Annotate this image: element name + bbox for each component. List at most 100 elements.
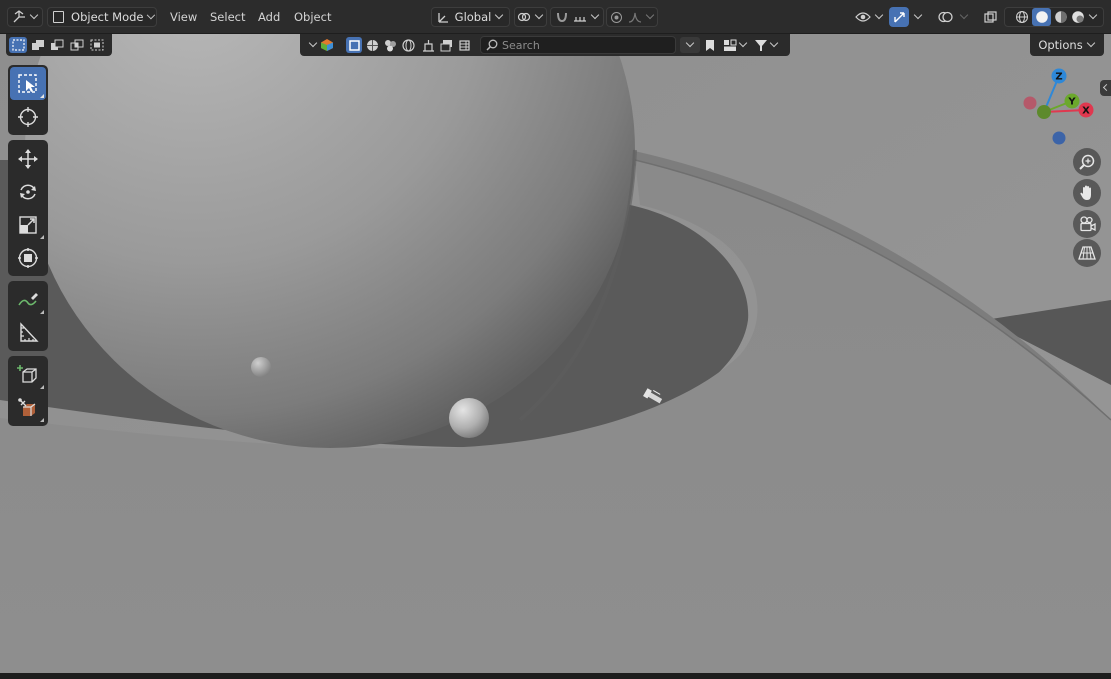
gizmo-neg-x[interactable] xyxy=(1023,96,1037,110)
display-mode-dropdown[interactable] xyxy=(308,37,336,53)
selection-mode-bar xyxy=(6,34,112,56)
menu-add[interactable]: Add xyxy=(256,7,282,27)
filter-world-button[interactable] xyxy=(400,37,416,53)
search-input[interactable] xyxy=(498,38,662,52)
zoom-button[interactable] xyxy=(1073,148,1101,176)
bookmark-icon xyxy=(706,39,714,51)
chevron-down-icon xyxy=(29,10,38,20)
proportional-edit-icon[interactable] xyxy=(610,11,623,24)
tool-move[interactable] xyxy=(10,142,46,175)
measure-icon xyxy=(20,321,39,342)
tool-extrude[interactable] xyxy=(10,391,46,424)
overlays-dropdown[interactable] xyxy=(956,7,972,27)
filter-dropdown[interactable] xyxy=(750,37,780,53)
3d-viewport[interactable] xyxy=(0,0,1111,679)
gizmo-x-label: X xyxy=(1082,106,1090,117)
gizmo-neg-y[interactable] xyxy=(1037,105,1051,119)
rendered-shading-icon[interactable] xyxy=(1071,10,1085,24)
transform-orientation-dropdown[interactable]: Global xyxy=(431,7,510,27)
zoom-icon xyxy=(1079,154,1095,170)
small-sphere[interactable] xyxy=(449,398,489,438)
gizmo-options-dropdown[interactable] xyxy=(909,7,927,27)
select-subtract-button[interactable] xyxy=(48,37,66,53)
chevron-down-icon[interactable] xyxy=(1088,10,1098,20)
pan-button[interactable] xyxy=(1073,179,1101,207)
tool-scale[interactable] xyxy=(10,208,46,241)
search-icon xyxy=(486,39,498,51)
mode-dropdown[interactable]: Object Mode xyxy=(47,7,157,27)
object-visibility-dropdown[interactable] xyxy=(853,7,885,27)
perspective-toggle-button[interactable] xyxy=(1073,239,1101,267)
transform-icon xyxy=(18,247,38,268)
snap-increment-icon[interactable] xyxy=(573,11,587,23)
chevron-down-icon xyxy=(685,38,695,48)
sort-dropdown[interactable] xyxy=(720,37,748,53)
tool-variants-indicator xyxy=(40,235,44,239)
gizmo-icon xyxy=(893,11,905,22)
tool-measure[interactable] xyxy=(10,316,46,349)
select-extend-icon xyxy=(32,40,44,50)
snap-toggle-icon[interactable] xyxy=(555,10,569,24)
overlays-toggle-button[interactable] xyxy=(934,7,956,27)
menu-view[interactable]: View xyxy=(168,7,199,27)
tool-add-cube[interactable] xyxy=(10,358,46,391)
tiny-sphere[interactable] xyxy=(251,357,271,377)
gizmo-neg-z[interactable] xyxy=(1052,131,1066,145)
mesh-filter-icon xyxy=(366,39,378,51)
proportional-edit-group xyxy=(606,7,658,27)
object-mode-icon xyxy=(53,11,65,23)
filter-material-button[interactable] xyxy=(382,37,398,53)
chevron-down-icon xyxy=(959,10,969,20)
tool-transform[interactable] xyxy=(10,241,46,274)
select-intersect-icon xyxy=(90,39,104,51)
tool-rotate[interactable] xyxy=(10,175,46,208)
filter-options-dropdown[interactable] xyxy=(680,37,700,53)
tool-shelf xyxy=(8,65,48,431)
menu-object[interactable]: Object xyxy=(292,7,333,27)
filter-armature-button[interactable] xyxy=(420,37,436,53)
filter-mesh-button[interactable] xyxy=(364,37,380,53)
falloff-curve-icon[interactable] xyxy=(628,11,642,23)
grid-perspective-icon xyxy=(1078,246,1096,260)
tool-annotate[interactable] xyxy=(10,283,46,316)
tool-variants-indicator xyxy=(40,385,44,389)
filter-lattice-button[interactable] xyxy=(456,37,472,53)
tool-cursor[interactable] xyxy=(10,100,46,133)
options-label: Options xyxy=(1038,38,1083,52)
solid-shading-button[interactable] xyxy=(1032,8,1051,26)
mode-label: Object Mode xyxy=(71,10,144,24)
material-shading-icon[interactable] xyxy=(1054,10,1068,24)
select-new-button[interactable] xyxy=(9,37,27,53)
chevron-down-icon xyxy=(913,10,923,20)
chevron-down-icon xyxy=(645,10,654,20)
gizmo-z-axis[interactable]: Z xyxy=(1051,68,1067,84)
search-field[interactable] xyxy=(480,36,676,54)
select-invert-button[interactable] xyxy=(68,37,86,53)
xray-icon xyxy=(983,10,997,23)
wireframe-shading-icon[interactable] xyxy=(1015,10,1029,24)
options-dropdown[interactable]: Options xyxy=(1030,34,1104,56)
bookmark-button[interactable] xyxy=(702,37,718,53)
sidebar-collapse-tab[interactable] xyxy=(1100,80,1111,96)
chevron-down-icon xyxy=(308,38,318,48)
select-intersect-button[interactable] xyxy=(88,37,106,53)
chevron-down-icon xyxy=(874,10,883,20)
hand-icon xyxy=(1080,185,1091,200)
navigation-gizmo[interactable]: Z Y X xyxy=(1018,66,1104,150)
select-box-icon xyxy=(18,73,37,93)
chevron-down-icon xyxy=(590,10,599,20)
gizmo-y-axis[interactable]: Y xyxy=(1064,93,1080,109)
select-extend-button[interactable] xyxy=(29,37,47,53)
menu-select[interactable]: Select xyxy=(208,7,247,27)
pivot-point-dropdown[interactable] xyxy=(514,7,547,27)
tool-select-box[interactable] xyxy=(10,67,46,100)
camera-view-button[interactable] xyxy=(1073,210,1101,238)
filter-object-button[interactable] xyxy=(346,37,362,53)
filter-data-button[interactable] xyxy=(438,37,454,53)
editor-type-dropdown[interactable] xyxy=(7,7,43,27)
armature-filter-icon xyxy=(422,39,434,52)
gizmo-toggle-button[interactable] xyxy=(889,7,909,27)
gizmo-x-axis[interactable]: X xyxy=(1078,102,1094,118)
tool-variants-indicator xyxy=(40,418,44,422)
xray-toggle-button[interactable] xyxy=(980,7,1000,27)
